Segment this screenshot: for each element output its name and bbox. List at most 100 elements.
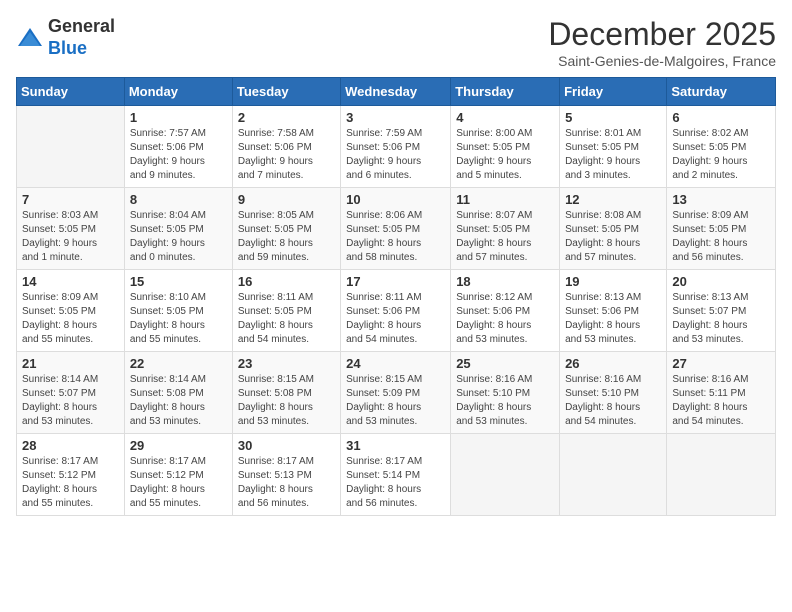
day-number: 22 [130, 356, 227, 371]
day-number: 15 [130, 274, 227, 289]
day-number: 18 [456, 274, 554, 289]
day-info: Sunrise: 8:03 AM Sunset: 5:05 PM Dayligh… [22, 209, 119, 265]
calendar-cell: 15 Sunrise: 8:10 AM Sunset: 5:05 PM Dayli… [124, 270, 232, 352]
day-number: 25 [456, 356, 554, 371]
day-number: 3 [346, 110, 445, 125]
calendar-cell: 7 Sunrise: 8:03 AM Sunset: 5:05 PM Daylig… [17, 188, 125, 270]
day-info: Sunrise: 8:07 AM Sunset: 5:05 PM Dayligh… [456, 209, 554, 265]
calendar-cell: 10 Sunrise: 8:06 AM Sunset: 5:05 PM Dayli… [341, 188, 451, 270]
calendar-cell: 23 Sunrise: 8:15 AM Sunset: 5:08 PM Dayli… [232, 352, 340, 434]
calendar-cell: 13 Sunrise: 8:09 AM Sunset: 5:05 PM Dayli… [667, 188, 776, 270]
week-row-2: 7 Sunrise: 8:03 AM Sunset: 5:05 PM Daylig… [17, 188, 776, 270]
calendar-cell: 24 Sunrise: 8:15 AM Sunset: 5:09 PM Dayli… [341, 352, 451, 434]
day-info: Sunrise: 8:11 AM Sunset: 5:06 PM Dayligh… [346, 291, 445, 347]
calendar-cell: 4Sunrise: 8:00 AM Sunset: 5:05 PM Daylig… [451, 106, 560, 188]
calendar-cell: 2 Sunrise: 7:58 AM Sunset: 5:06 PM Daylig… [232, 106, 340, 188]
day-number: 12 [565, 192, 661, 207]
calendar-cell: 26 Sunrise: 8:16 AM Sunset: 5:10 PM Dayli… [560, 352, 667, 434]
calendar-cell: 11Sunrise: 8:07 AM Sunset: 5:05 PM Dayli… [451, 188, 560, 270]
day-info: Sunrise: 7:58 AM Sunset: 5:06 PM Dayligh… [238, 127, 335, 183]
day-info: Sunrise: 8:15 AM Sunset: 5:09 PM Dayligh… [346, 373, 445, 429]
day-info: Sunrise: 8:02 AM Sunset: 5:05 PM Dayligh… [672, 127, 770, 183]
day-number: 5 [565, 110, 661, 125]
day-info: Sunrise: 8:12 AM Sunset: 5:06 PM Dayligh… [456, 291, 554, 347]
calendar-cell: 1Sunrise: 7:57 AM Sunset: 5:06 PM Daylig… [124, 106, 232, 188]
day-number: 1 [130, 110, 227, 125]
weekday-header-wednesday: Wednesday [341, 78, 451, 106]
day-info: Sunrise: 8:01 AM Sunset: 5:05 PM Dayligh… [565, 127, 661, 183]
day-info: Sunrise: 8:17 AM Sunset: 5:12 PM Dayligh… [22, 455, 119, 511]
day-number: 26 [565, 356, 661, 371]
calendar-cell: 30Sunrise: 8:17 AM Sunset: 5:13 PM Dayli… [232, 434, 340, 516]
calendar-cell [560, 434, 667, 516]
day-number: 19 [565, 274, 661, 289]
day-info: Sunrise: 8:17 AM Sunset: 5:14 PM Dayligh… [346, 455, 445, 511]
calendar-cell: 22 Sunrise: 8:14 AM Sunset: 5:08 PM Dayli… [124, 352, 232, 434]
day-info: Sunrise: 8:16 AM Sunset: 5:10 PM Dayligh… [565, 373, 661, 429]
calendar-cell: 27 Sunrise: 8:16 AM Sunset: 5:11 PM Dayli… [667, 352, 776, 434]
weekday-header-row: SundayMondayTuesdayWednesdayThursdayFrid… [17, 78, 776, 106]
day-info: Sunrise: 8:16 AM Sunset: 5:11 PM Dayligh… [672, 373, 770, 429]
day-info: Sunrise: 8:05 AM Sunset: 5:05 PM Dayligh… [238, 209, 335, 265]
day-number: 23 [238, 356, 335, 371]
day-number: 29 [130, 438, 227, 453]
day-number: 9 [238, 192, 335, 207]
day-info: Sunrise: 8:15 AM Sunset: 5:08 PM Dayligh… [238, 373, 335, 429]
day-info: Sunrise: 7:59 AM Sunset: 5:06 PM Dayligh… [346, 127, 445, 183]
day-number: 8 [130, 192, 227, 207]
day-info: Sunrise: 8:04 AM Sunset: 5:05 PM Dayligh… [130, 209, 227, 265]
calendar-cell: 29Sunrise: 8:17 AM Sunset: 5:12 PM Dayli… [124, 434, 232, 516]
day-info: Sunrise: 8:14 AM Sunset: 5:08 PM Dayligh… [130, 373, 227, 429]
weekday-header-thursday: Thursday [451, 78, 560, 106]
day-number: 6 [672, 110, 770, 125]
day-number: 7 [22, 192, 119, 207]
calendar-cell: 21 Sunrise: 8:14 AM Sunset: 5:07 PM Dayli… [17, 352, 125, 434]
calendar-cell [667, 434, 776, 516]
day-info: Sunrise: 8:13 AM Sunset: 5:07 PM Dayligh… [672, 291, 770, 347]
day-info: Sunrise: 8:09 AM Sunset: 5:05 PM Dayligh… [672, 209, 770, 265]
day-info: Sunrise: 8:08 AM Sunset: 5:05 PM Dayligh… [565, 209, 661, 265]
day-number: 27 [672, 356, 770, 371]
calendar-cell: 25Sunrise: 8:16 AM Sunset: 5:10 PM Dayli… [451, 352, 560, 434]
day-number: 10 [346, 192, 445, 207]
day-info: Sunrise: 8:17 AM Sunset: 5:13 PM Dayligh… [238, 455, 335, 511]
calendar-subtitle: Saint-Genies-de-Malgoires, France [548, 53, 776, 69]
day-number: 28 [22, 438, 119, 453]
calendar-table: SundayMondayTuesdayWednesdayThursdayFrid… [16, 77, 776, 516]
day-info: Sunrise: 8:14 AM Sunset: 5:07 PM Dayligh… [22, 373, 119, 429]
weekday-header-sunday: Sunday [17, 78, 125, 106]
calendar-title: December 2025 [548, 16, 776, 53]
day-info: Sunrise: 8:09 AM Sunset: 5:05 PM Dayligh… [22, 291, 119, 347]
calendar-cell: 16 Sunrise: 8:11 AM Sunset: 5:05 PM Dayli… [232, 270, 340, 352]
header: General Blue December 2025 Saint-Genies-… [16, 16, 776, 69]
day-number: 31 [346, 438, 445, 453]
logo-general: General [48, 16, 115, 36]
week-row-4: 21 Sunrise: 8:14 AM Sunset: 5:07 PM Dayli… [17, 352, 776, 434]
calendar-cell: 6 Sunrise: 8:02 AM Sunset: 5:05 PM Daylig… [667, 106, 776, 188]
day-info: Sunrise: 8:13 AM Sunset: 5:06 PM Dayligh… [565, 291, 661, 347]
calendar-cell: 9 Sunrise: 8:05 AM Sunset: 5:05 PM Daylig… [232, 188, 340, 270]
day-number: 2 [238, 110, 335, 125]
calendar-cell: 8 Sunrise: 8:04 AM Sunset: 5:05 PM Daylig… [124, 188, 232, 270]
weekday-header-tuesday: Tuesday [232, 78, 340, 106]
weekday-header-saturday: Saturday [667, 78, 776, 106]
day-info: Sunrise: 8:00 AM Sunset: 5:05 PM Dayligh… [456, 127, 554, 183]
day-number: 24 [346, 356, 445, 371]
weekday-header-monday: Monday [124, 78, 232, 106]
day-number: 21 [22, 356, 119, 371]
day-info: Sunrise: 8:11 AM Sunset: 5:05 PM Dayligh… [238, 291, 335, 347]
calendar-cell: 19 Sunrise: 8:13 AM Sunset: 5:06 PM Dayli… [560, 270, 667, 352]
calendar-cell: 17 Sunrise: 8:11 AM Sunset: 5:06 PM Dayli… [341, 270, 451, 352]
calendar-cell: 14Sunrise: 8:09 AM Sunset: 5:05 PM Dayli… [17, 270, 125, 352]
day-number: 16 [238, 274, 335, 289]
day-number: 20 [672, 274, 770, 289]
logo-blue: Blue [48, 38, 87, 58]
calendar-cell [17, 106, 125, 188]
day-info: Sunrise: 8:10 AM Sunset: 5:05 PM Dayligh… [130, 291, 227, 347]
day-number: 13 [672, 192, 770, 207]
day-info: Sunrise: 8:06 AM Sunset: 5:05 PM Dayligh… [346, 209, 445, 265]
logo: General Blue [16, 16, 115, 59]
day-number: 17 [346, 274, 445, 289]
weekday-header-friday: Friday [560, 78, 667, 106]
calendar-cell: 18 Sunrise: 8:12 AM Sunset: 5:06 PM Dayli… [451, 270, 560, 352]
